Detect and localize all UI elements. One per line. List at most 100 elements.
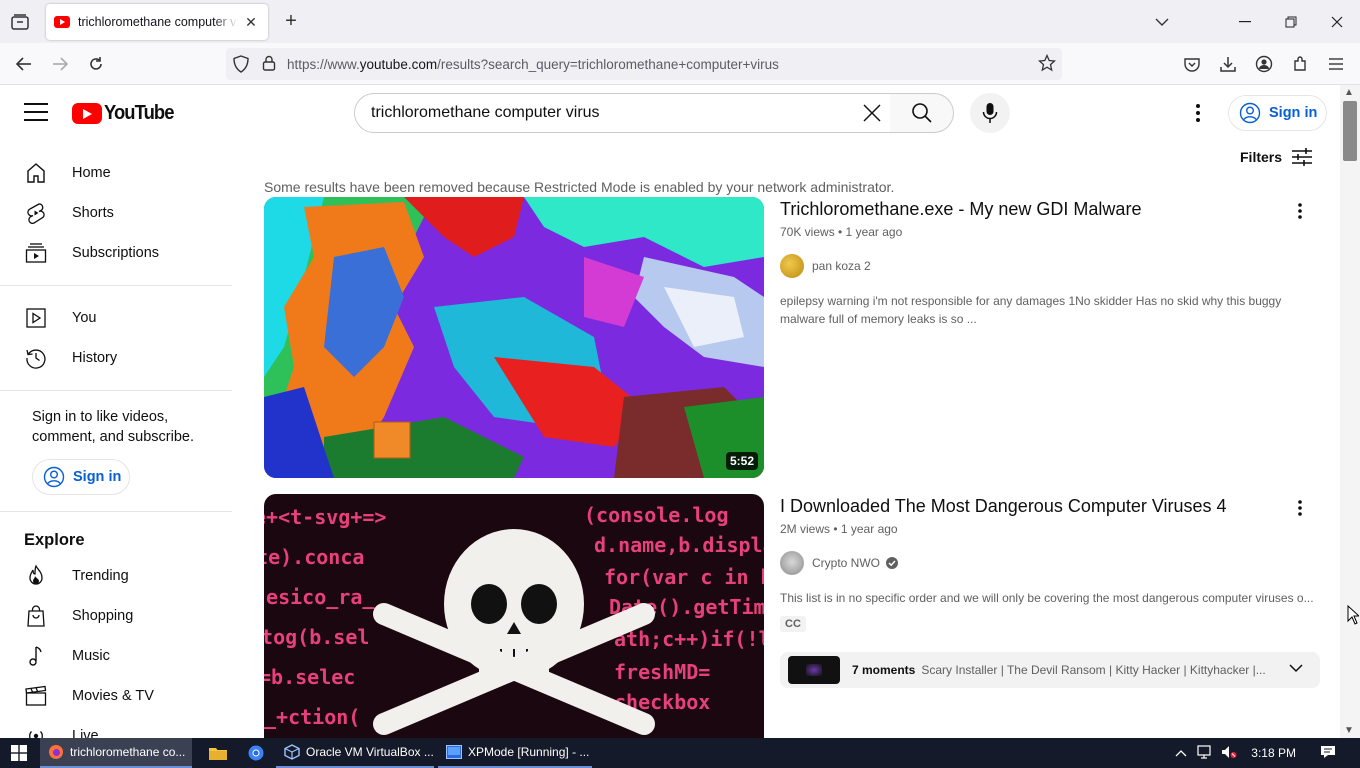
taskbar-app-label: trichloromethane co...	[70, 745, 186, 759]
settings-more-icon[interactable]	[1186, 101, 1210, 125]
restore-button[interactable]	[1276, 8, 1306, 36]
account-icon[interactable]	[1252, 52, 1276, 76]
closed-captions-badge: CC	[780, 616, 806, 632]
restricted-mode-notice: Some results have been removed because R…	[264, 179, 895, 195]
taskbar-chrome[interactable]	[246, 738, 266, 768]
taskbar-app-label: Oracle VM VirtualBox ...	[306, 745, 434, 759]
sidebar-item-history[interactable]: History	[0, 338, 232, 378]
taskbar-app-firefox[interactable]: trichloromethane co...	[40, 738, 192, 768]
channel-avatar[interactable]	[780, 254, 804, 278]
pocket-icon[interactable]	[1180, 52, 1204, 76]
scrollbar-thumb[interactable]	[1343, 101, 1357, 161]
new-tab-button[interactable]: +	[280, 10, 302, 32]
filter-sliders-icon	[1292, 148, 1313, 166]
your-channel-icon	[24, 306, 48, 330]
app-menu-icon[interactable]	[1324, 52, 1348, 76]
youtube-logo[interactable]: YouTube	[72, 102, 180, 125]
address-bar[interactable]: https://www.youtube.com/results?search_q…	[226, 48, 1062, 80]
system-tray: 3:18 PM	[1175, 738, 1360, 768]
lock-icon[interactable]	[262, 55, 276, 76]
show-hidden-icons-chevron-icon[interactable]	[1175, 746, 1187, 760]
action-center-icon[interactable]	[1320, 745, 1336, 762]
svg-text:_tog(b.sel: _tog(b.sel	[264, 625, 369, 649]
url-prefix: https://www.	[287, 56, 360, 72]
sidebar-item-trending[interactable]: Trending	[0, 556, 232, 596]
close-tab-icon[interactable]: ✕	[242, 14, 260, 31]
video-more-options-icon[interactable]	[1288, 496, 1312, 520]
video-title[interactable]: Trichloromethane.exe - My new GDI Malwar…	[780, 199, 1141, 220]
tab-list-icon[interactable]	[8, 10, 32, 34]
guide-sidebar: Home Shorts Subscriptions You History Si…	[0, 141, 240, 738]
list-all-tabs-icon[interactable]	[1147, 8, 1177, 36]
guide-menu-icon[interactable]	[24, 103, 48, 123]
taskbar-file-explorer[interactable]	[208, 738, 228, 768]
page-scrollbar[interactable]: ▲ ▼	[1340, 85, 1360, 738]
sidebar-item-live[interactable]: Live	[0, 716, 232, 738]
clock-time[interactable]: 3:18 PM	[1251, 746, 1296, 760]
moment-thumbnail[interactable]	[788, 656, 840, 684]
video-result[interactable]: e+<t-svg+=> (console.log ite).conca d.na…	[264, 494, 1324, 738]
taskbar-app-virtualbox[interactable]: Oracle VM VirtualBox ...	[276, 738, 434, 768]
sidebar-item-label: Subscriptions	[72, 245, 160, 261]
sidebar-item-shopping[interactable]: Shopping	[0, 596, 232, 636]
minimize-button[interactable]	[1230, 8, 1260, 36]
close-window-button[interactable]	[1322, 8, 1352, 36]
video-title[interactable]: I Downloaded The Most Dangerous Computer…	[780, 496, 1227, 517]
youtube-favicon-icon	[54, 16, 70, 28]
volume-muted-icon[interactable]	[1221, 745, 1237, 762]
filters-label: Filters	[1240, 149, 1283, 165]
svg-text:ite).conca: ite).conca	[264, 545, 364, 569]
sidebar-item-shorts[interactable]: Shorts	[0, 193, 232, 233]
tracking-shield-icon[interactable]	[233, 55, 249, 78]
search-button[interactable]	[890, 93, 954, 133]
svg-text:freshMD=: freshMD=	[614, 660, 710, 684]
chevron-down-icon[interactable]	[1288, 660, 1304, 681]
downloads-icon[interactable]	[1216, 52, 1240, 76]
sign-in-button[interactable]: Sign in	[1228, 95, 1327, 131]
verified-check-icon	[886, 557, 899, 569]
taskbar-app-xpmode[interactable]: XPMode [Running] - ...	[438, 738, 592, 768]
video-result[interactable]: 5:52 Trichloromethane.exe - My new GDI M…	[264, 197, 1324, 478]
scroll-up-icon[interactable]: ▲	[1344, 87, 1354, 98]
channel-link[interactable]: Crypto NWO	[780, 551, 899, 575]
windows-logo-icon	[11, 745, 27, 761]
moments-count: 7 moments	[852, 663, 916, 677]
key-moments-row[interactable]: 7 moments Scary Installer | The Devil Ra…	[780, 652, 1320, 688]
svg-text:d.name,b.displa: d.name,b.displa	[594, 533, 764, 557]
url-text[interactable]: https://www.youtube.com/results?search_q…	[287, 57, 779, 72]
sidebar-item-music[interactable]: Music	[0, 636, 232, 676]
extensions-icon[interactable]	[1288, 52, 1312, 76]
sidebar-item-you[interactable]: You	[0, 298, 232, 338]
sidebar-item-label: Movies & TV	[72, 688, 154, 704]
sidebar-item-subscriptions[interactable]: Subscriptions	[0, 233, 232, 273]
clear-search-icon[interactable]	[860, 101, 884, 125]
channel-link[interactable]: pan koza 2	[780, 254, 871, 278]
reload-icon[interactable]	[84, 52, 108, 76]
start-button[interactable]	[8, 738, 30, 768]
taskbar-app-label: XPMode [Running] - ...	[468, 745, 590, 759]
network-icon[interactable]	[1197, 744, 1213, 762]
sidebar-item-label: Shorts	[72, 205, 114, 221]
sidebar-item-home[interactable]: Home	[0, 153, 232, 193]
video-thumbnail[interactable]: 5:52	[264, 197, 764, 478]
back-arrow-icon[interactable]	[12, 52, 36, 76]
search-query-text: trichloromethane computer virus	[371, 104, 600, 121]
subscriptions-icon	[24, 241, 48, 265]
filters-button[interactable]: Filters	[1240, 148, 1313, 166]
scroll-down-icon[interactable]: ▼	[1344, 725, 1354, 736]
channel-avatar[interactable]	[780, 551, 804, 575]
voice-search-button[interactable]	[970, 93, 1010, 133]
video-more-options-icon[interactable]	[1288, 199, 1312, 223]
logo-text: YouTube	[104, 102, 174, 124]
sidebar-sign-in-button[interactable]: Sign in	[32, 459, 130, 495]
forward-arrow-icon[interactable]	[48, 52, 72, 76]
search-input[interactable]: trichloromethane computer virus	[354, 93, 891, 133]
microphone-icon	[982, 103, 998, 123]
trending-fire-icon	[24, 564, 48, 588]
browser-tab-youtube[interactable]: trichloromethane computer virus - YouTub…	[46, 4, 268, 40]
video-thumbnail[interactable]: e+<t-svg+=> (console.log ite).conca d.na…	[264, 494, 764, 738]
sidebar-item-movies-tv[interactable]: Movies & TV	[0, 676, 232, 716]
clapperboard-icon	[24, 684, 48, 708]
bookmark-star-icon[interactable]	[1037, 53, 1057, 77]
channel-name: pan koza 2	[812, 259, 871, 273]
